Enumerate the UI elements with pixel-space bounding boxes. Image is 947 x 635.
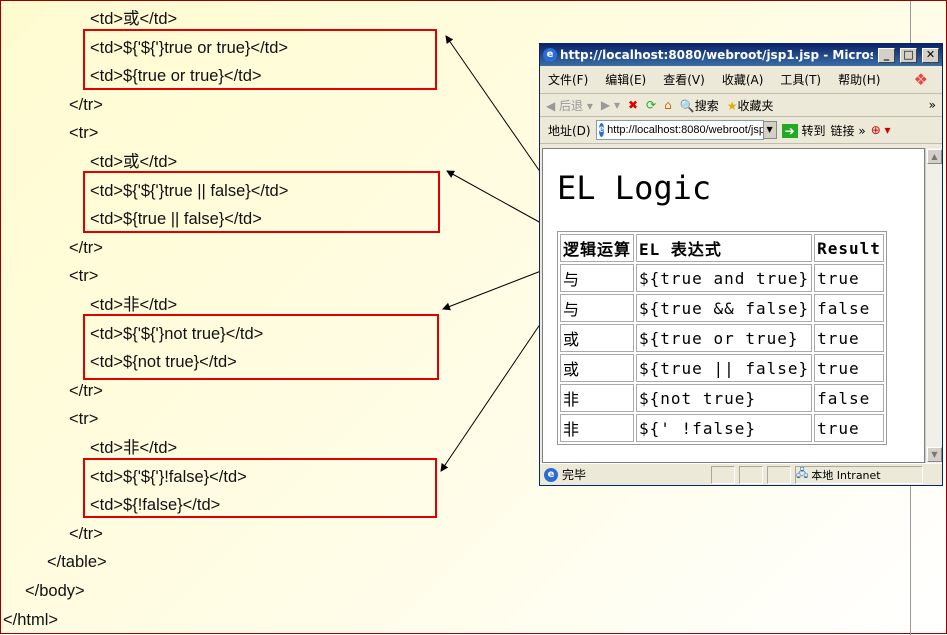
- back-label: 后退: [559, 98, 584, 113]
- operator-cell: 或: [560, 354, 635, 382]
- vertical-scrollbar[interactable]: ▲ ▼: [925, 148, 942, 463]
- table-row: 非 ${not true} false: [560, 384, 884, 412]
- arrow: [440, 310, 550, 472]
- slide: <td>或</td> <td>${'${'}true or true}</td> <…: [0, 0, 947, 635]
- stop-icon[interactable]: ✖: [628, 98, 638, 112]
- header-expression: EL 表达式: [636, 234, 813, 262]
- operator-cell: 或: [560, 324, 635, 352]
- header-operator: 逻辑运算: [560, 234, 635, 262]
- address-dropdown[interactable]: ▼: [762, 121, 777, 139]
- star-icon: ★: [726, 98, 738, 113]
- page-content: EL Logic 逻辑运算 EL 表达式 Result 与 ${true and …: [542, 148, 925, 463]
- address-input[interactable]: e http://localhost:8080/webroot/jsp1.jsp: [595, 120, 764, 140]
- go-arrow-icon: ➔: [781, 123, 798, 138]
- search-button[interactable]: 🔍搜索: [680, 97, 719, 114]
- status-pane: [767, 465, 791, 484]
- menu-view[interactable]: 查看(V): [663, 71, 705, 88]
- operator-cell: 非: [560, 414, 635, 442]
- expression-cell: ${true or true}: [636, 324, 813, 352]
- maximize-button[interactable]: □: [900, 47, 917, 63]
- result-cell: true: [814, 264, 884, 292]
- forward-button[interactable]: ▶ ▾: [601, 98, 620, 112]
- table-row: 非 ${' !false} true: [560, 414, 884, 442]
- status-pane: [739, 465, 763, 484]
- links-button[interactable]: 链接 »: [831, 122, 866, 139]
- header-result: Result: [814, 234, 884, 262]
- table-row: 与 ${true && false} false: [560, 294, 884, 322]
- favorites-button[interactable]: ★收藏夹: [727, 97, 774, 114]
- close-button[interactable]: ✕: [922, 47, 939, 63]
- address-value: http://localhost:8080/webroot/jsp1.jsp: [607, 124, 764, 136]
- operator-cell: 与: [560, 264, 635, 292]
- address-label: 地址(D): [548, 123, 591, 138]
- zone-text: 本地 Intranet: [811, 468, 881, 482]
- expression-cell: ${true and true}: [636, 264, 813, 292]
- menu-tools[interactable]: 工具(T): [780, 71, 821, 88]
- menu-help[interactable]: 帮助(H): [838, 71, 880, 88]
- zone-pane: 🖧 本地 Intranet: [795, 465, 923, 484]
- operator-cell: 与: [560, 294, 635, 322]
- el-logic-table: 逻辑运算 EL 表达式 Result 与 ${true and true} true…: [557, 231, 887, 445]
- chevron-more-icon[interactable]: »: [929, 98, 936, 112]
- page-icon: e: [598, 123, 605, 137]
- back-button[interactable]: ◀ 后退 ▾: [546, 97, 593, 114]
- home-icon[interactable]: ⌂: [664, 98, 672, 112]
- expression-cell: ${not true}: [636, 384, 813, 412]
- favorites-label: 收藏夹: [737, 98, 774, 113]
- refresh-icon[interactable]: ⟳: [646, 98, 656, 112]
- status-text: 完毕: [562, 468, 587, 482]
- ie-browser-window: e http://localhost:8080/webroot/jsp1.jsp…: [539, 43, 943, 486]
- status-bar: e 完毕 🖧 本地 Intranet: [540, 463, 942, 485]
- minimize-button[interactable]: _: [878, 47, 895, 63]
- expression-cell: ${true && false}: [636, 294, 813, 322]
- address-bar: 地址(D) e http://localhost:8080/webroot/js…: [540, 117, 942, 144]
- menu-edit[interactable]: 编辑(E): [605, 71, 646, 88]
- scroll-down-arrow[interactable]: ▼: [927, 447, 942, 462]
- table-row: 与 ${true and true} true: [560, 264, 884, 292]
- expression-cell: ${' !false}: [636, 414, 813, 442]
- result-cell: false: [814, 384, 884, 412]
- ie-icon: e: [543, 48, 557, 62]
- go-button[interactable]: ➔ 转到: [781, 122, 826, 139]
- windows-logo-icon: ❖: [913, 70, 928, 89]
- table-row: 或 ${true || false} true: [560, 354, 884, 382]
- arrow: [445, 35, 542, 174]
- table-header-row: 逻辑运算 EL 表达式 Result: [560, 234, 884, 262]
- window-title: http://localhost:8080/webroot/jsp1.jsp -…: [560, 48, 873, 62]
- arrow: [446, 170, 542, 224]
- intranet-icon: 🖧: [796, 467, 809, 480]
- operator-cell: 非: [560, 384, 635, 412]
- result-cell: true: [814, 324, 884, 352]
- search-label: 搜索: [694, 98, 719, 113]
- scroll-up-arrow[interactable]: ▲: [927, 149, 942, 164]
- go-label: 转到: [801, 123, 826, 138]
- menu-file[interactable]: 文件(F): [548, 71, 588, 88]
- title-bar: e http://localhost:8080/webroot/jsp1.jsp…: [540, 44, 942, 66]
- pdf-icon[interactable]: ⊕ ▾: [871, 123, 891, 137]
- result-cell: true: [814, 414, 884, 442]
- table-row: 或 ${true or true} true: [560, 324, 884, 352]
- arrow: [442, 270, 542, 311]
- status-pane: [711, 465, 735, 484]
- menu-bar: 文件(F) 编辑(E) 查看(V) 收藏(A) 工具(T) 帮助(H) ❖: [540, 66, 942, 94]
- page-heading: EL Logic: [557, 169, 712, 207]
- menu-favorites[interactable]: 收藏(A): [722, 71, 764, 88]
- result-cell: false: [814, 294, 884, 322]
- toolbar: ◀ 后退 ▾ ▶ ▾ ✖ ⟳ ⌂ 🔍搜索 ★收藏夹 »: [540, 94, 942, 117]
- expression-cell: ${true || false}: [636, 354, 813, 382]
- ie-status-icon: e: [544, 467, 558, 482]
- links-label: 链接: [830, 123, 855, 138]
- result-cell: true: [814, 354, 884, 382]
